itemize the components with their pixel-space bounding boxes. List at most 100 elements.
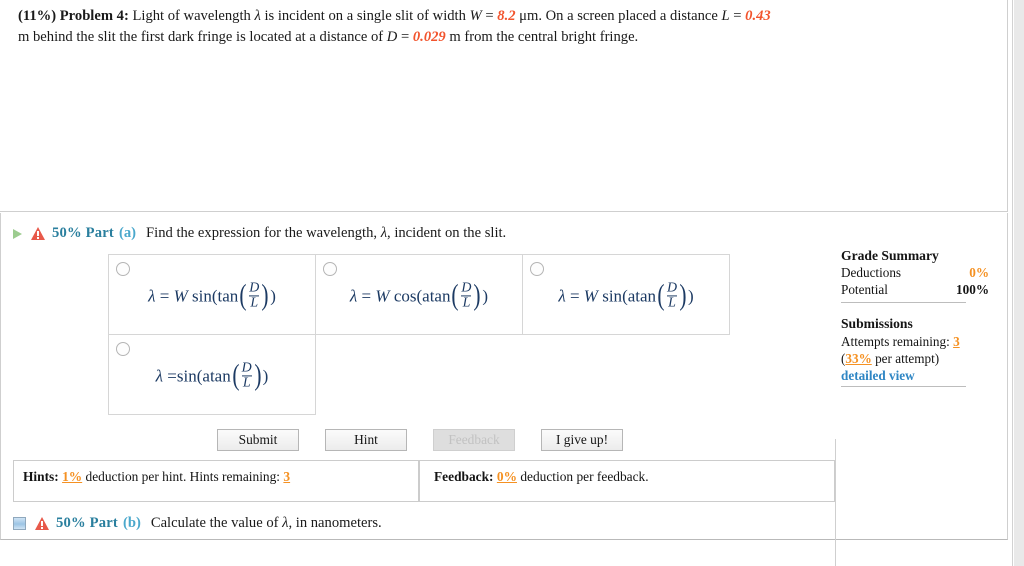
radio-button-choice-4[interactable]	[116, 342, 130, 356]
per-attempt-value[interactable]: 33%	[845, 351, 871, 366]
part-b-prompt-text-1: Calculate the value of	[150, 515, 283, 531]
formula-numerator: D	[241, 359, 252, 375]
problem-percent: (11%)	[18, 8, 57, 24]
triangle-right-icon[interactable]	[13, 228, 22, 239]
formula-equals: =	[159, 285, 170, 305]
formula-lhs: λ	[349, 285, 358, 305]
problem-label: Problem 4:	[59, 8, 129, 24]
feedback-text: deduction per feedback.	[520, 469, 649, 484]
attempts-remaining-line: Attempts remaining: 3	[841, 333, 989, 350]
square-blue-icon[interactable]	[13, 517, 26, 530]
formula-denominator: L	[666, 295, 678, 311]
feedback-label: Feedback:	[434, 469, 494, 484]
submissions-rule	[841, 386, 966, 388]
formula-fraction: DL	[241, 359, 252, 391]
formula-equals: =	[569, 285, 580, 305]
width-value: 8.2	[497, 8, 516, 24]
answer-choice-3-formula: λ = W sin(atan(D L))	[558, 278, 694, 312]
detailed-view-link[interactable]: detailed view	[841, 368, 915, 383]
distance-L-symbol: L	[721, 8, 730, 24]
feedback-deduction-value[interactable]: 0%	[497, 469, 517, 484]
part-a-prompt-text-2: , incident on the slit.	[387, 225, 507, 241]
part-a-header[interactable]: 50% Part (a) Find the expression for the…	[13, 225, 506, 242]
answer-choice-3[interactable]: λ = W sin(atan(D L))	[522, 254, 730, 335]
feedback-info-box: Feedback: 0% deduction per feedback.	[419, 460, 835, 502]
formula-denominator: L	[461, 295, 472, 311]
formula-outer-fn: sin	[192, 285, 212, 305]
part-a-letter: (a)	[119, 225, 137, 241]
grade-value-potential: 100%	[956, 281, 989, 297]
part-b-prompt-text-2: , in nanometers.	[288, 515, 382, 531]
answer-choice-4[interactable]: λ =sin(atan(D L))	[108, 334, 316, 415]
grade-row-potential: Potential 100%	[841, 282, 989, 299]
part-b-letter: (b)	[123, 515, 141, 531]
grade-summary-panel: Grade Summary Deductions 0% Potential 10…	[841, 248, 989, 388]
hints-info-box: Hints: 1% deduction per hint. Hints rema…	[13, 460, 419, 502]
answer-choice-4-formula: λ =sin(atan(D L))	[155, 358, 269, 392]
homework-problem-page: (11%) Problem 4: Light of wavelength λ i…	[0, 0, 1024, 566]
formula-denominator: L	[241, 375, 252, 391]
formula-denominator: L	[249, 295, 260, 311]
hints-info-text: Hints: 1% deduction per hint. Hints rema…	[23, 469, 290, 485]
hints-remaining-value[interactable]: 3	[283, 469, 290, 484]
problem-eq-3: =	[397, 28, 413, 45]
formula-fraction: DL	[461, 279, 472, 311]
detailed-view-line: detailed view	[841, 367, 989, 384]
part-b-prompt: Calculate the value of λ, in nanometers.	[151, 515, 382, 532]
formula-lhs: λ	[155, 365, 164, 385]
part-a-prompt-text-1: Find the expression for the wavelength,	[146, 225, 381, 241]
answer-choice-row: λ = W sin(tan(D L)) λ = W cos(atan(D L)) λ	[108, 254, 734, 335]
radio-button-choice-2[interactable]	[323, 262, 337, 276]
give-up-button[interactable]: I give up!	[541, 429, 623, 451]
hints-mid-text: deduction per hint. Hints remaining:	[85, 469, 281, 484]
problem-text-4: m behind the slit the first dark fringe …	[18, 28, 387, 45]
problem-statement-text: (11%) Problem 4: Light of wavelength λ i…	[18, 6, 990, 47]
formula-inner-fn: atan	[422, 285, 451, 305]
answer-choice-1-formula: λ = W sin(tan(D L))	[148, 278, 276, 312]
attempts-remaining-value[interactable]: 3	[953, 334, 960, 349]
attempts-remaining-label: Attempts remaining:	[841, 333, 950, 349]
problem-text-2: is incident on a single slit of width	[260, 8, 470, 24]
formula-numerator: D	[666, 279, 678, 295]
formula-fraction: DL	[666, 279, 678, 311]
parts-container: 50% Part (a) Find the expression for the…	[0, 213, 1008, 566]
warning-triangle-icon	[31, 227, 45, 240]
formula-equals: =	[361, 285, 372, 305]
part-b-header[interactable]: 50% Part (b) Calculate the value of λ, i…	[13, 515, 382, 532]
formula-equals: =	[167, 365, 177, 385]
hint-button[interactable]: Hint	[325, 429, 407, 451]
submissions-title: Submissions	[841, 315, 913, 331]
formula-outer-fn: cos	[393, 285, 417, 305]
formula-numerator: D	[249, 279, 260, 295]
grade-label-deductions: Deductions	[841, 265, 902, 280]
part-a-action-buttons: Submit Hint Feedback I give up!	[217, 429, 623, 451]
warning-triangle-icon	[35, 517, 49, 530]
per-attempt-line: (33% per attempt)	[841, 350, 989, 367]
answer-choice-2[interactable]: λ = W cos(atan(D L))	[315, 254, 523, 335]
grade-summary-rule	[841, 301, 966, 303]
problem-eq-2: =	[729, 8, 746, 24]
answer-grid-empty-cell	[522, 334, 730, 415]
formula-lhs: λ	[148, 285, 156, 305]
hints-deduction-value[interactable]: 1%	[62, 469, 82, 484]
feedback-button: Feedback	[433, 429, 515, 451]
problem-text-3: μm. On a screen placed a distance	[515, 8, 722, 24]
problem-text-5: m from the central bright fringe.	[445, 28, 639, 45]
formula-inner-fn: atan	[627, 285, 657, 305]
formula-inner-fn: tan	[217, 285, 239, 305]
per-attempt-close-text: per attempt)	[871, 350, 940, 366]
answer-choice-2-formula: λ = W cos(atan(D L))	[349, 278, 489, 312]
page-right-gutter	[1014, 0, 1024, 566]
problem-eq-1: =	[481, 8, 498, 24]
radio-button-choice-1[interactable]	[116, 262, 130, 276]
radio-button-choice-3[interactable]	[530, 262, 544, 276]
submit-button[interactable]: Submit	[217, 429, 299, 451]
part-a-percent: 50% Part	[52, 225, 114, 241]
formula-fraction: DL	[249, 279, 260, 311]
formula-coefficient: W	[375, 285, 390, 305]
answer-choice-row: λ =sin(atan(D L))	[108, 334, 734, 415]
answer-choice-1[interactable]: λ = W sin(tan(D L))	[108, 254, 316, 335]
distance-D-symbol: D	[386, 28, 398, 45]
formula-numerator: D	[461, 279, 472, 295]
page-right-divider	[1012, 0, 1013, 566]
